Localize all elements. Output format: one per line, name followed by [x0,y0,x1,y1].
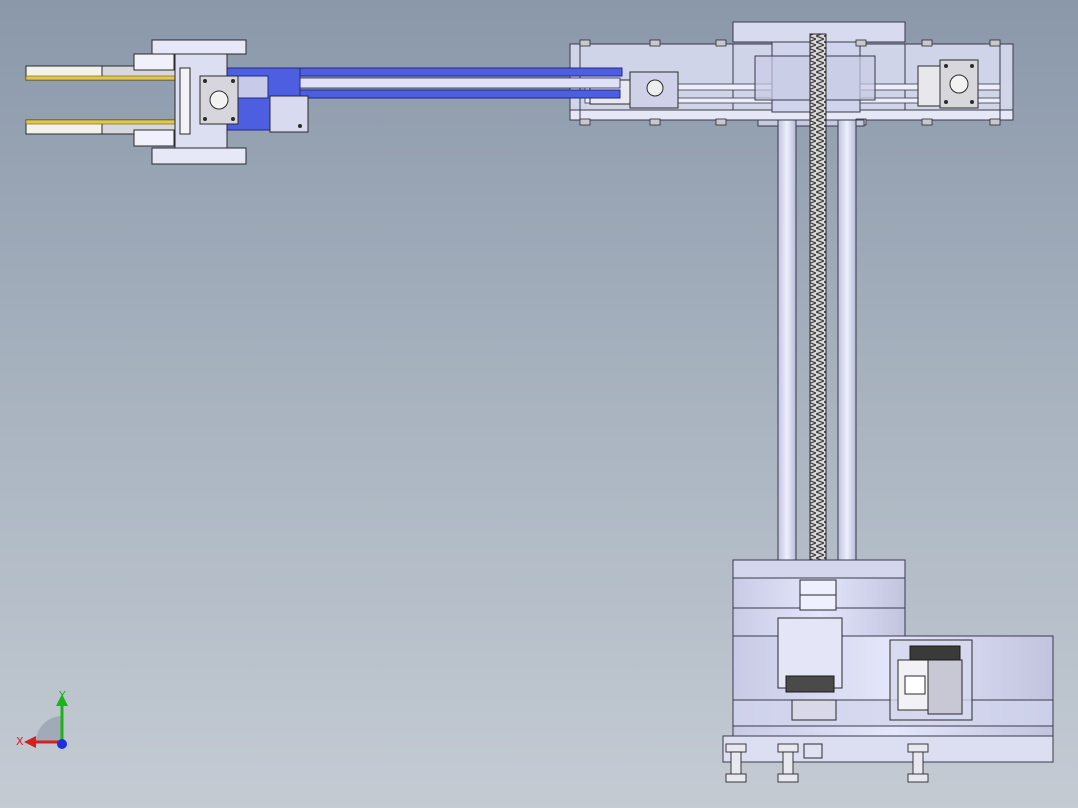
view-orientation-triad: Y X [16,689,68,749]
x-axis-label: X [16,735,24,748]
x-axis-arrow-icon [24,736,36,748]
lead-screw [809,33,827,561]
cad-graphics-viewport[interactable]: Y X [0,0,1078,808]
z-axis-icon [57,739,67,749]
y-axis-label: Y [58,689,66,702]
shoulder-housing[interactable] [569,21,1014,127]
robot-arm-drawing[interactable]: Y X [0,0,1078,808]
base-assembly[interactable] [722,559,1054,783]
